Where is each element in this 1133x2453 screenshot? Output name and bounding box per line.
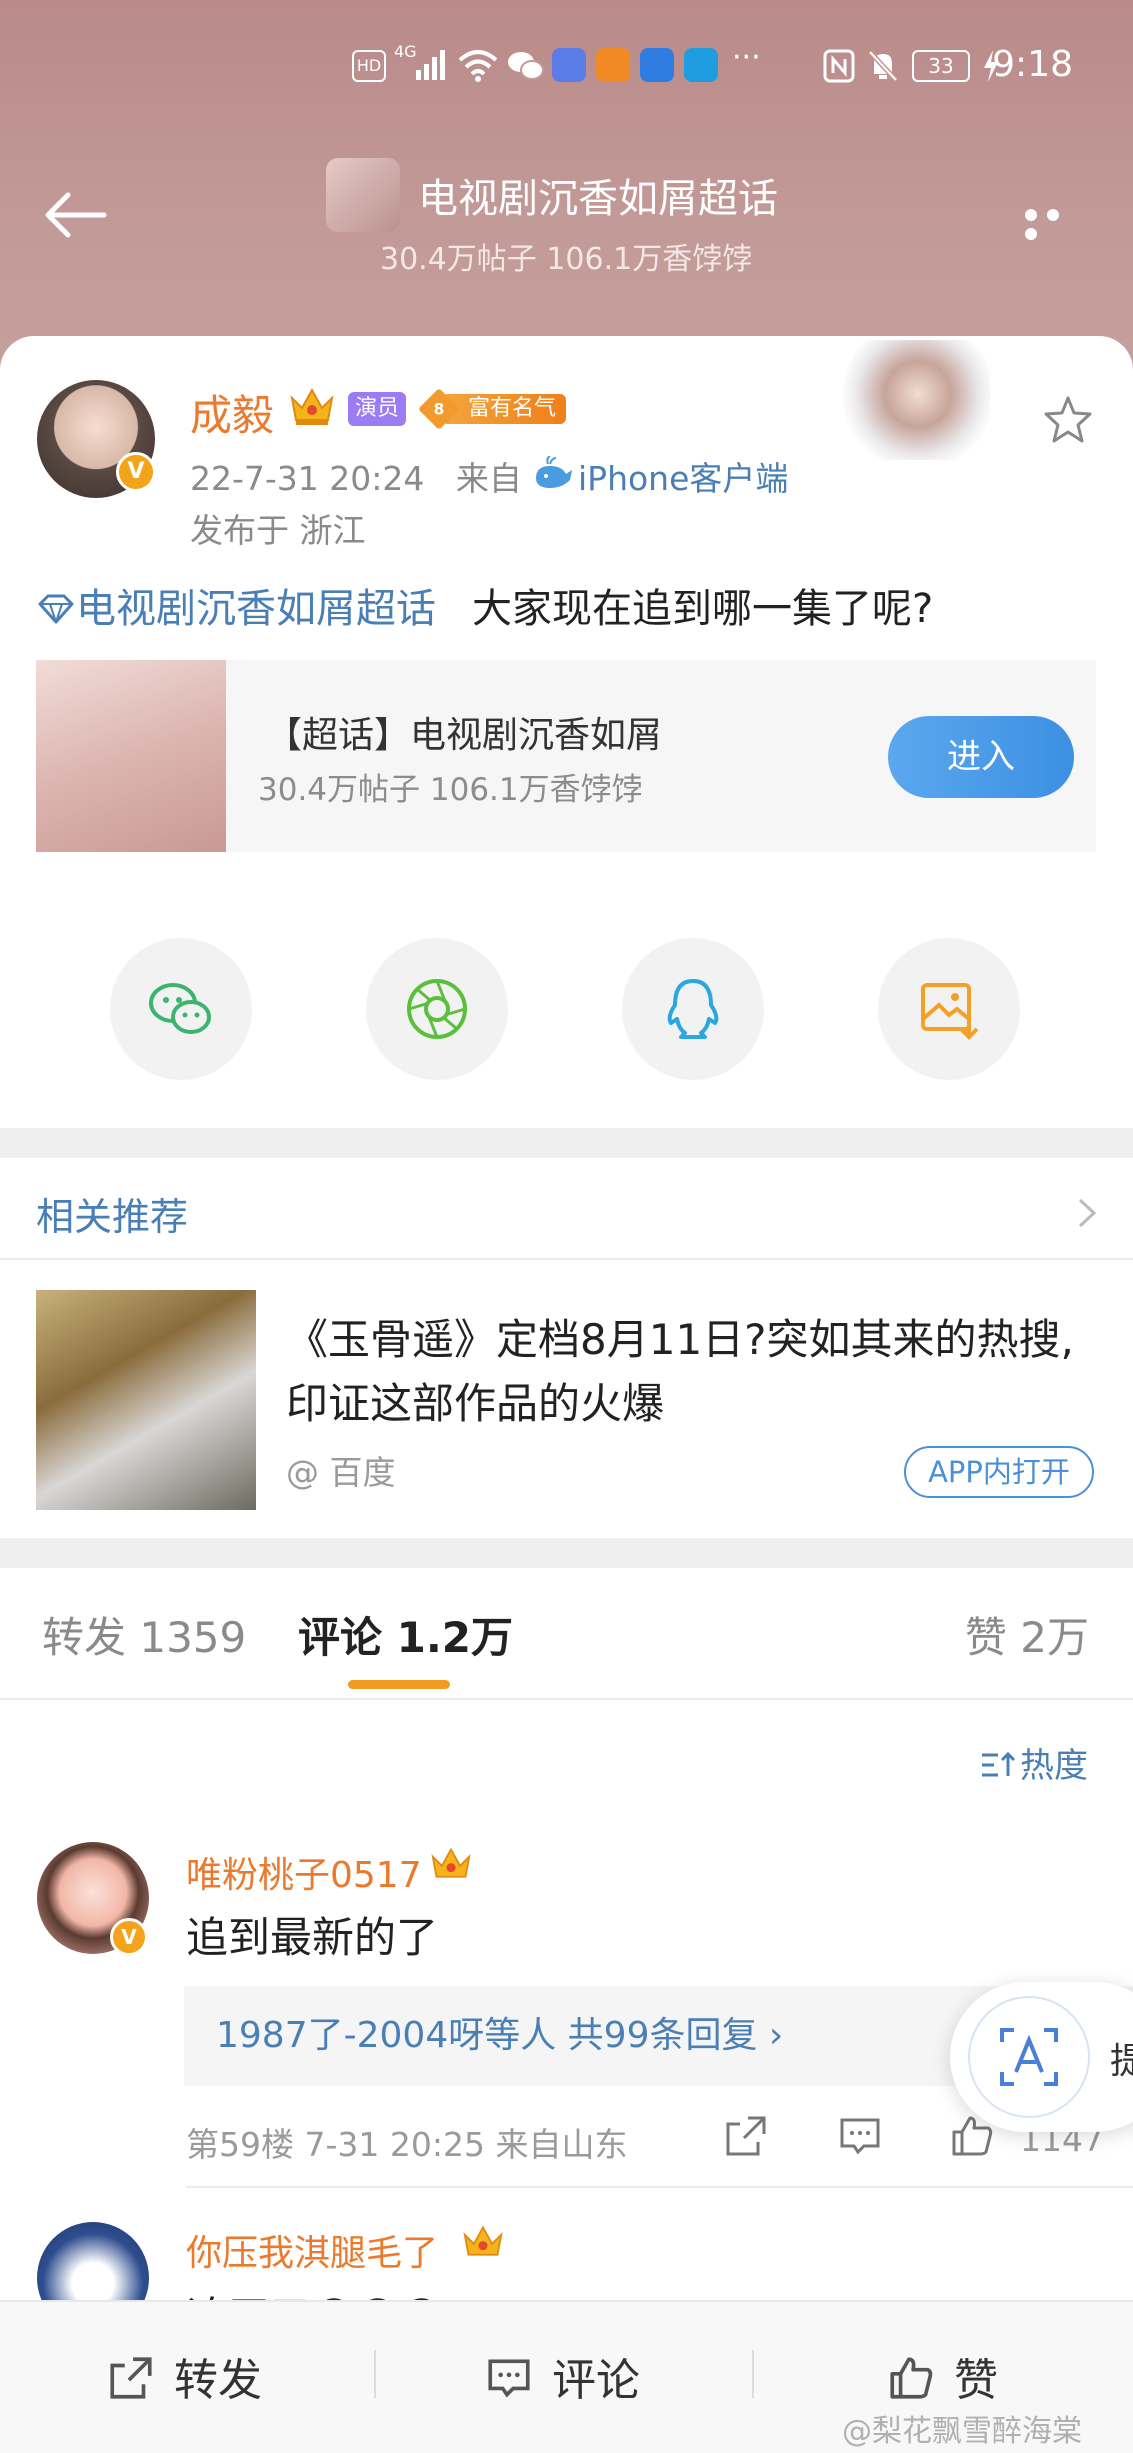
post-content: 电视剧沉香如屑超话 大家现在追到哪一集了呢? <box>36 576 933 634</box>
whale-icon <box>536 456 572 488</box>
divider <box>0 1698 1133 1700</box>
post-timestamp: 22-7-31 20:24 来自 <box>190 459 522 498</box>
hd-indicator: HD <box>352 50 386 82</box>
verified-badge: V <box>116 452 156 492</box>
recommend-header[interactable]: 相关推荐 <box>36 1186 188 1241</box>
bulb-app-icon <box>640 48 674 82</box>
post-source[interactable]: iPhone客户端 <box>578 452 788 500</box>
tab-comments[interactable]: 评论 1.2万 <box>298 1604 513 1665</box>
topic-card-image <box>36 660 226 852</box>
verified-badge: V <box>110 1918 148 1956</box>
crown-icon <box>463 2225 503 2256</box>
battery-level: 33 <box>912 50 970 82</box>
post-text: 大家现在追到哪一集了呢? <box>472 586 934 632</box>
source-prefix: 来自 <box>455 459 522 498</box>
save-image-button[interactable] <box>878 938 1020 1080</box>
bottom-action-bar: 转发 评论 赞 @梨花飘雪醉海棠 <box>0 2300 1133 2453</box>
text-recognition-icon <box>968 1996 1090 2118</box>
back-arrow-icon[interactable] <box>40 190 110 240</box>
qq-icon <box>667 979 719 1039</box>
share-moments-button[interactable] <box>366 938 508 1080</box>
divider <box>374 2350 376 2398</box>
forward-icon <box>110 2357 152 2399</box>
comment-text: 追到最新的了 <box>186 1913 439 1962</box>
tab-forwards[interactable]: 转发 1359 <box>42 1604 246 1665</box>
crown-icon <box>431 1847 471 1878</box>
search-app-icon <box>684 48 718 82</box>
sort-button[interactable]: 热度 <box>980 1738 1088 1787</box>
topic-card-stats: 30.4万帖子 106.1万香饽饽 <box>258 772 643 808</box>
profile-sticker <box>830 340 990 460</box>
like-icon <box>890 2357 933 2399</box>
like-label: 赞 <box>954 2355 998 2406</box>
page-subtitle: 30.4万帖子 106.1万香饽饽 <box>380 242 753 277</box>
comment-meta: 第59楼 7-31 20:25 来自山东 <box>186 2125 628 2164</box>
recommend-title[interactable]: 《玉骨遥》定档8月11日?突如其来的热搜,印证这部作品的火爆 <box>286 1308 1086 1436</box>
post-location: 发布于 浙江 <box>190 511 366 550</box>
section-divider <box>0 1538 1133 1568</box>
sort-label: 热度 <box>1020 1746 1088 1786</box>
role-badge: 演员 <box>348 392 406 426</box>
forward-button[interactable]: 转发 <box>106 2344 262 2408</box>
wifi-icon <box>458 50 498 82</box>
watermark: @梨花飘雪醉海棠 <box>842 2414 1082 2449</box>
divider <box>752 2350 754 2398</box>
clock: 9:18 <box>992 44 1073 85</box>
forward-label: 转发 <box>174 2355 262 2406</box>
fame-label: 富有名气 <box>446 394 567 424</box>
share-wechat-button[interactable] <box>110 938 252 1080</box>
comment-icon[interactable] <box>836 2112 884 2160</box>
tab-indicator <box>348 1680 450 1689</box>
moments-icon <box>407 979 467 1039</box>
nfc-icon <box>823 49 855 83</box>
comment-icon <box>488 2359 530 2398</box>
tab-likes[interactable]: 赞 2万 <box>965 1604 1089 1665</box>
fame-badge: 富有名气 8 <box>418 388 572 430</box>
sort-icon <box>982 1751 1016 1777</box>
more-notifications: ··· <box>732 40 761 75</box>
post-author-name[interactable]: 成毅 <box>190 382 274 443</box>
floating-assistant-button[interactable]: 提 <box>950 1982 1133 2132</box>
topic-thumbnail <box>326 158 400 232</box>
topic-header: HD 4G ··· 33 9:18 电视剧沉香如屑超话 30.4万帖子 106.… <box>0 0 1133 372</box>
recommend-image[interactable] <box>36 1290 256 1510</box>
favorite-star-icon[interactable] <box>1040 392 1096 448</box>
diamond-icon <box>38 594 74 624</box>
recommend-source: @ 百度 <box>286 1453 396 1492</box>
comment-button[interactable]: 评论 <box>484 2344 640 2408</box>
wechat-status-icon <box>508 52 544 80</box>
music-app-icon <box>552 48 586 82</box>
comment-author-name[interactable]: 唯粉桃子0517 <box>186 1846 422 1898</box>
divider <box>186 2186 1133 2188</box>
wechat-icon <box>149 983 211 1034</box>
like-button[interactable]: 赞 <box>886 2344 998 2408</box>
save-image-icon <box>921 983 979 1040</box>
section-divider <box>0 1128 1133 1158</box>
floating-label: 提 <box>1110 2041 1133 2082</box>
comment-author-name[interactable]: 你压我淇腿毛了 <box>186 2224 438 2276</box>
chevron-right-icon[interactable] <box>1076 1196 1098 1230</box>
page-title: 电视剧沉香如屑超话 <box>418 176 778 222</box>
topic-card[interactable]: 【超话】电视剧沉香如屑 30.4万帖子 106.1万香饽饽 进入 <box>36 660 1096 852</box>
video-app-icon <box>596 48 630 82</box>
open-in-app-button[interactable]: APP内打开 <box>904 1446 1094 1498</box>
divider <box>0 1258 1133 1260</box>
comment-label: 评论 <box>552 2355 640 2406</box>
more-options-icon[interactable] <box>1025 206 1089 240</box>
topic-card-title: 【超话】电视剧沉香如屑 <box>266 715 663 756</box>
mute-bell-icon <box>868 50 898 82</box>
topic-link[interactable]: 电视剧沉香如屑超话 <box>76 586 436 632</box>
share-icon[interactable] <box>722 2112 770 2160</box>
status-bar: HD 4G ··· 33 9:18 <box>0 38 1133 94</box>
signal-icon <box>416 50 445 80</box>
share-qq-button[interactable] <box>622 938 764 1080</box>
enter-button[interactable]: 进入 <box>888 716 1074 798</box>
crown-icon <box>290 387 334 425</box>
